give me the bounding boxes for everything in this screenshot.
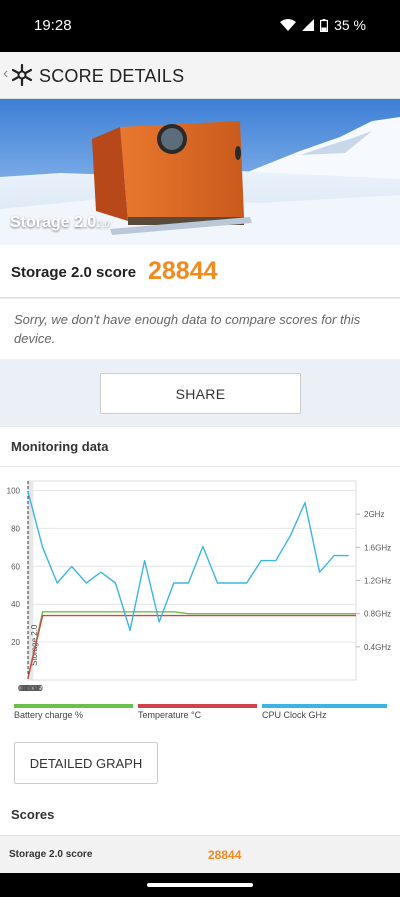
legend-cpu: CPU Clock GHz bbox=[262, 704, 387, 724]
score-row: Storage 2.0 score 28844 bbox=[0, 245, 400, 298]
legend-battery: Battery charge % bbox=[14, 704, 133, 724]
y-left-tick-label: 80 bbox=[11, 524, 20, 533]
status-icons: 35 % bbox=[280, 17, 366, 33]
comparison-notice: Sorry, we don't have enough data to comp… bbox=[0, 299, 400, 359]
y-left-tick-label: 60 bbox=[11, 562, 20, 571]
y-right-tick-label: 1.6GHz bbox=[364, 543, 391, 552]
system-nav-bar bbox=[0, 873, 400, 897]
score-label: Storage 2.0 score bbox=[11, 264, 137, 281]
legend-cpu-label: CPU Clock GHz bbox=[262, 710, 327, 720]
hero-version: 2.0 bbox=[97, 219, 110, 229]
divider bbox=[0, 466, 400, 467]
scores-table-row: Storage 2.0 score 28844 bbox=[0, 835, 400, 873]
battery-icon bbox=[320, 18, 329, 32]
y-left-tick-label: 40 bbox=[11, 600, 20, 609]
signal-icon bbox=[302, 19, 315, 31]
scores-row-value: 28844 bbox=[208, 848, 242, 862]
legend-battery-swatch bbox=[14, 704, 133, 708]
battery-percent: 35 % bbox=[334, 17, 366, 33]
monitoring-panel: Monitoring data 00:00 00:04 00:08 00:12 00:1… bbox=[0, 427, 400, 835]
notice-text: Sorry, we don't have enough data to comp… bbox=[14, 312, 361, 346]
y-right-tick-label: 1.2GHz bbox=[364, 577, 391, 586]
y-left-tick-label: 100 bbox=[7, 486, 21, 495]
legend-temperature-swatch bbox=[138, 704, 257, 708]
monitoring-title: Monitoring data bbox=[11, 439, 109, 454]
cpu-series-line bbox=[27, 491, 349, 632]
hero-title: Storage 2.0 bbox=[10, 214, 97, 231]
temperature-series-line bbox=[27, 614, 356, 679]
benchmark-hero-image: Storage 2.0 2.0 bbox=[0, 99, 400, 245]
gesture-handle[interactable] bbox=[147, 883, 253, 887]
y-right-tick-label: 0.4GHz bbox=[364, 643, 391, 652]
page-title: SCORE DETAILS bbox=[39, 66, 185, 86]
monitoring-chart: 00:0000:0400:0800:1200:1600:201008060402… bbox=[7, 480, 391, 693]
legend-temperature-label: Temperature °C bbox=[138, 710, 202, 720]
wifi-icon bbox=[280, 19, 297, 31]
legend-battery-label: Battery charge % bbox=[14, 710, 84, 720]
share-section: SHARE bbox=[0, 359, 400, 426]
scores-heading: Scores bbox=[11, 807, 55, 822]
back-chevron-icon[interactable]: ‹ bbox=[3, 65, 8, 83]
app-bar: ‹ SCORE DETAILS bbox=[0, 52, 400, 99]
share-button[interactable]: SHARE bbox=[100, 373, 301, 414]
battery-series-line bbox=[27, 611, 356, 679]
scores-row-label: Storage 2.0 score bbox=[9, 849, 93, 860]
status-time: 19:28 bbox=[34, 17, 72, 34]
y-right-tick-label: 0.8GHz bbox=[364, 610, 391, 619]
status-bar: 19:28 35 % bbox=[0, 0, 400, 52]
legend-temperature: Temperature °C bbox=[138, 704, 257, 724]
legend-cpu-swatch bbox=[262, 704, 387, 708]
x-tick-label: 00:20 bbox=[23, 684, 44, 693]
y-left-tick-label: 20 bbox=[11, 638, 20, 647]
3dmark-logo-icon bbox=[11, 64, 33, 86]
y-right-tick-label: 2GHz bbox=[364, 510, 384, 519]
score-value: 28844 bbox=[148, 257, 218, 285]
detailed-graph-button[interactable]: DETAILED GRAPH bbox=[14, 742, 158, 784]
